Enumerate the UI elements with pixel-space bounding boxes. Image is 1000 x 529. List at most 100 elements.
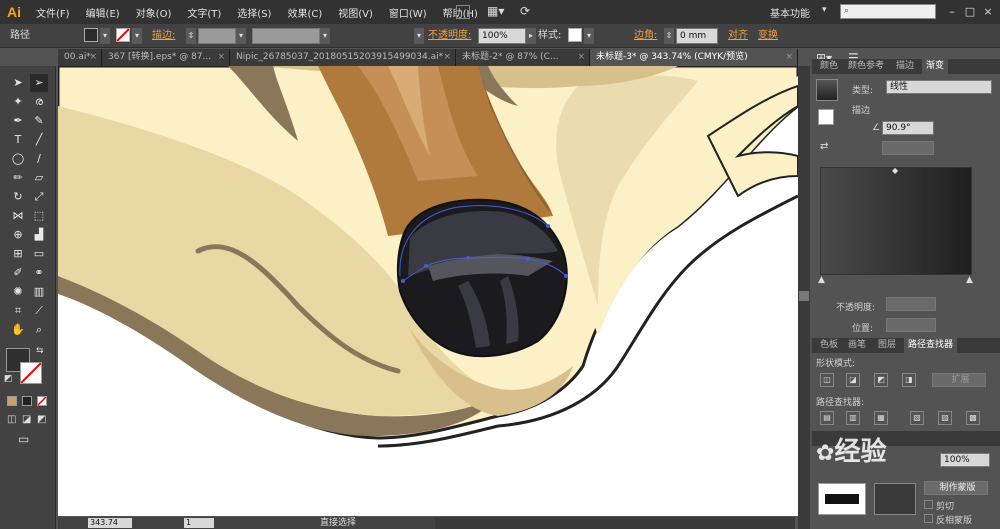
stroke-label[interactable]: 描边: [152,28,175,44]
stroke-weight-field[interactable] [198,28,236,44]
menu-view[interactable]: 视图(V) [330,5,381,20]
eraser-tool-icon[interactable]: ▱ [30,169,48,187]
gradient-mode-icon[interactable] [22,396,32,406]
exclude-icon[interactable]: ◨ [902,373,916,387]
mask-thumbnail[interactable] [874,483,916,515]
gradient-tool-icon[interactable]: ▭ [30,245,48,263]
close-icon[interactable]: × [980,4,996,19]
variable-width-field[interactable] [252,28,320,44]
line-tool-icon[interactable]: ╱ [30,131,48,149]
opacity-label[interactable]: 不透明度: [428,28,471,44]
menu-edit[interactable]: 编辑(E) [78,5,128,20]
tab-document-1[interactable]: 00.ai* × [58,49,102,66]
corner-label[interactable]: 边角: [634,28,657,44]
close-icon[interactable]: × [89,49,97,66]
stop-opacity-field[interactable] [886,297,936,311]
gradient-angle-field[interactable]: 90.9° [882,121,934,135]
transparency-opacity-field[interactable]: 100% [940,453,990,467]
draw-behind-icon[interactable]: ◪ [22,414,31,425]
style-dropdown[interactable]: ▾ [584,28,594,44]
curvature-tool-icon[interactable]: ✎ [30,112,48,130]
minus-back-icon[interactable]: ▩ [966,411,980,425]
menu-file[interactable]: 文件(F) [28,5,78,20]
draw-normal-icon[interactable]: ◫ [7,414,16,425]
tab-swatches[interactable]: 色板 [816,338,842,353]
workspace-switcher[interactable]: 基本功能 [770,5,810,20]
horizontal-scrollbar[interactable] [435,517,795,529]
menu-object[interactable]: 对象(O) [128,5,180,20]
type-tool-icon[interactable]: T [9,131,27,149]
free-transform-tool-icon[interactable]: ⬚ [30,207,48,225]
selection-tool-icon[interactable]: ➤ [9,74,27,92]
align-link[interactable]: 对齐 [728,28,748,44]
arrange-documents-icon[interactable]: ▦▾ [487,4,504,18]
reverse-gradient-icon[interactable]: ⇄ [820,141,828,152]
artboard-tool-icon[interactable]: ⌗ [9,302,27,320]
unite-icon[interactable]: ◫ [820,373,834,387]
vertical-scrollbar[interactable] [798,66,810,529]
width-tool-icon[interactable]: ⋈ [9,207,27,225]
object-thumbnail[interactable] [818,483,866,515]
default-colors-icon[interactable]: ◩ [4,374,13,384]
tab-brushes[interactable]: 画笔 [844,338,870,353]
tab-color[interactable]: 颜色 [816,59,842,74]
gradient-type-select[interactable]: 线性 [886,80,992,94]
magic-wand-tool-icon[interactable]: ✦ [9,93,27,111]
artboard-canvas[interactable] [58,66,798,516]
variable-width-dropdown[interactable]: ▾ [320,28,330,44]
pencil-tool-icon[interactable]: ✏ [9,169,27,187]
color-mode-icon[interactable] [7,396,17,406]
tab-gradient[interactable]: 渐变 [922,59,949,74]
search-input[interactable]: ⌕ [840,4,936,19]
zoom-field[interactable]: 343.74 [88,518,132,528]
opacity-dropdown[interactable]: ▸ [526,28,536,44]
corner-radius-field[interactable]: 0 mm [676,28,718,44]
gradient-stop-right[interactable]: ▲ [966,275,973,285]
transform-link[interactable]: 变换 [758,28,778,44]
gradient-preview-swatch[interactable] [816,79,838,101]
trim-icon[interactable]: ▥ [846,411,860,425]
expand-button[interactable]: 扩展 [932,373,986,387]
rotate-tool-icon[interactable]: ↻ [9,188,27,206]
mesh-tool-icon[interactable]: ⊞ [9,245,27,263]
draw-inside-icon[interactable]: ◩ [37,414,46,425]
wolf-illustration[interactable] [58,66,798,516]
fill-dropdown[interactable]: ▾ [100,28,110,44]
stroke-dropdown[interactable]: ▾ [132,28,142,44]
current-tool-status[interactable]: 直接选择 [320,517,356,529]
make-mask-button[interactable]: 制作蒙版 [924,481,988,495]
gradient-stop-left[interactable]: ▲ [818,275,825,285]
tab-document-active[interactable]: 未标题-3* @ 343.74% (CMYK/预览) × [590,49,798,66]
brush-dropdown[interactable]: ▾ [414,28,424,44]
gradient-midpoint[interactable]: ◆ [892,166,898,175]
menu-type[interactable]: 文字(T) [179,5,229,20]
ellipse-tool-icon[interactable]: ◯ [9,150,27,168]
tab-stroke[interactable]: 描边 [892,59,918,74]
artboard-number-field[interactable]: 1 [184,518,214,528]
stroke-gradient-swatch[interactable] [818,109,834,125]
tab-pathfinder[interactable]: 路径查找器 [904,338,958,353]
shape-builder-tool-icon[interactable]: ⊕ [9,226,27,244]
symbol-sprayer-tool-icon[interactable]: ✺ [9,283,27,301]
minimize-icon[interactable]: – [944,4,960,19]
divide-icon[interactable]: ▤ [820,411,834,425]
close-icon[interactable]: × [443,49,451,66]
gradient-preview-area[interactable] [820,167,972,275]
tab-layers[interactable]: 图层 [874,338,900,353]
aspect-ratio-field[interactable] [882,141,934,155]
scale-tool-icon[interactable]: ⤢ [30,188,48,206]
stroke-weight-dropdown[interactable]: ▾ [236,28,246,44]
direct-selection-tool-icon[interactable]: ➢ [30,74,48,92]
fill-swatch[interactable] [84,28,98,42]
blend-tool-icon[interactable]: ⚭ [30,264,48,282]
lasso-tool-icon[interactable]: ര [30,93,48,111]
merge-icon[interactable]: ▦ [874,411,888,425]
zoom-tool-icon[interactable]: ⌕ [30,321,48,339]
stroke-swatch[interactable] [116,28,130,42]
close-icon[interactable]: × [577,49,585,66]
tab-color-guide[interactable]: 颜色参考 [844,59,888,74]
tab-document-4[interactable]: 未标题-2* @ 87% (C... × [456,49,590,66]
close-icon[interactable]: × [785,49,793,66]
clip-checkbox[interactable] [924,500,933,509]
stroke-weight-stepper[interactable]: ⇕ [186,28,196,44]
